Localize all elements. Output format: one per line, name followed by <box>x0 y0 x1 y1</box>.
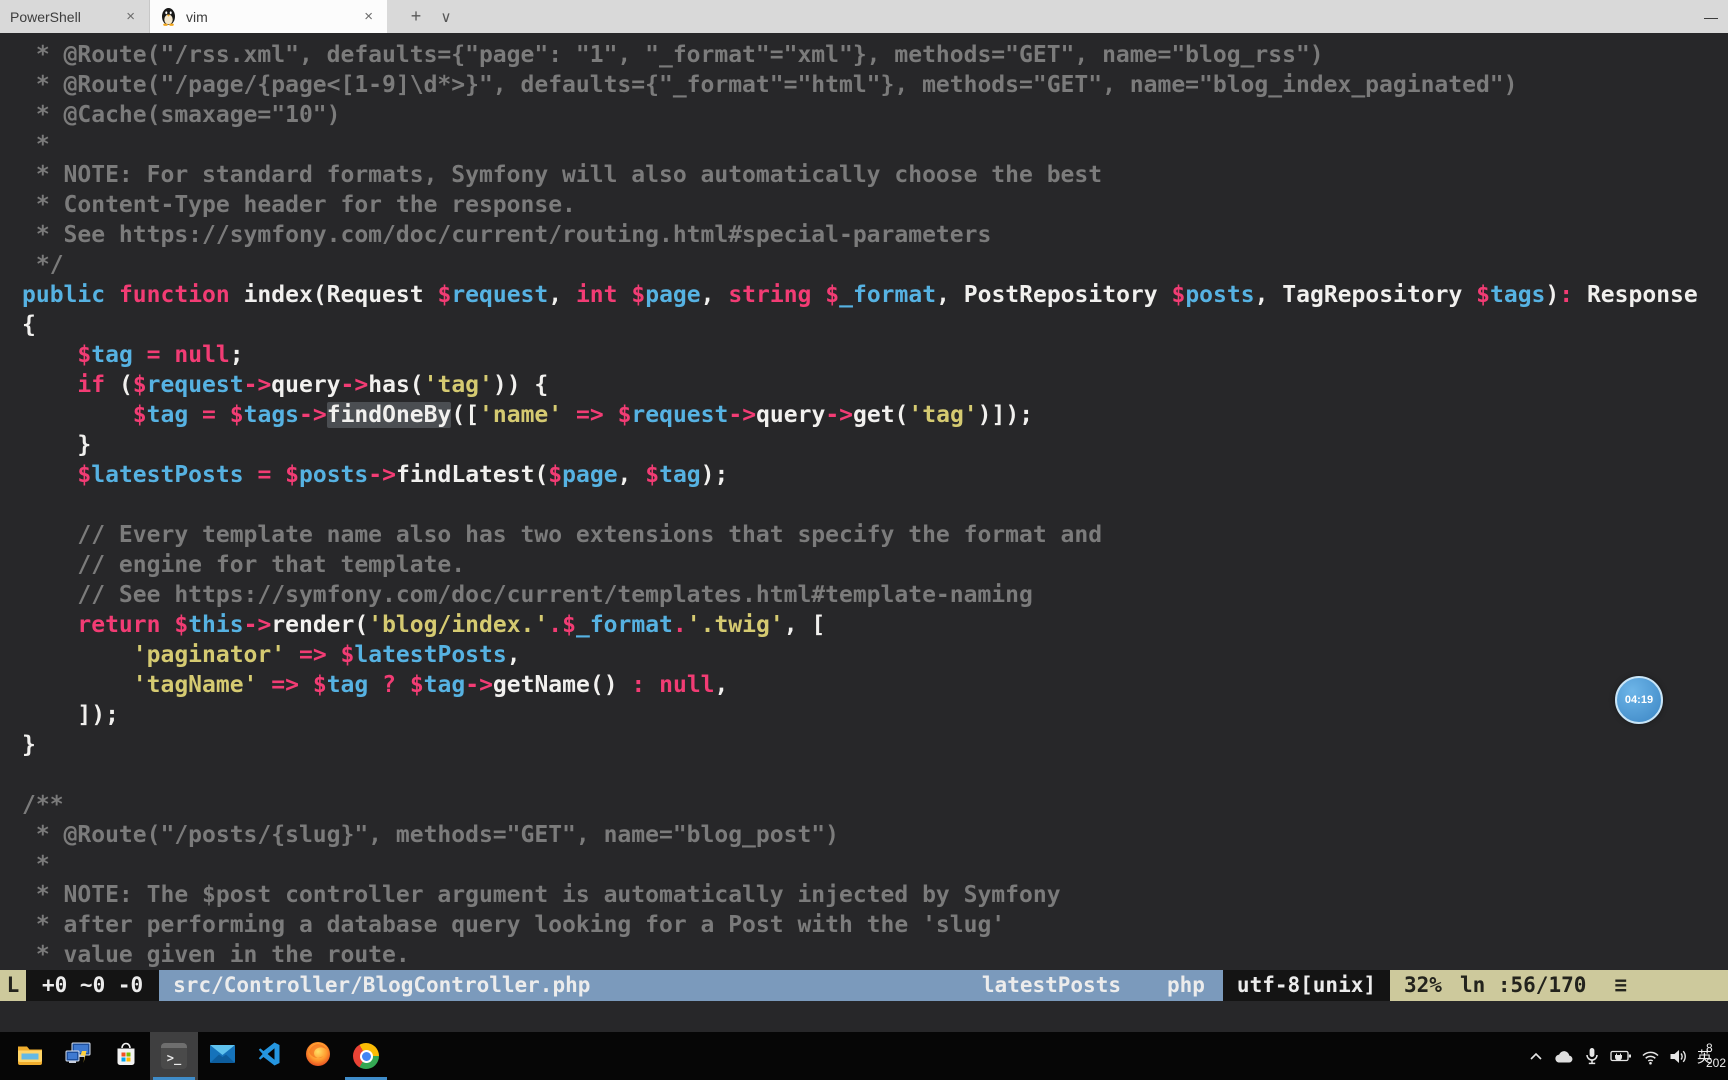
wifi-icon[interactable] <box>1641 1048 1660 1065</box>
terminal-screen: * @Route("/rss.xml", defaults={"page": "… <box>0 33 1728 1032</box>
current-word-indicator: latestPosts <box>981 973 1121 997</box>
file-explorer-icon <box>17 1043 43 1070</box>
hidden-icons-chevron-icon[interactable] <box>1528 1050 1544 1062</box>
tab-vim-close-icon[interactable]: × <box>360 9 377 24</box>
code-line: if ($request->query->has('tag')) { <box>77 372 549 398</box>
file-path: src/Controller/BlogController.php <box>173 973 591 997</box>
taskbar-file-explorer-button[interactable] <box>6 1032 54 1080</box>
code-line: * after performing a database query look… <box>22 912 1006 938</box>
remote-desktop-icon <box>65 1041 92 1071</box>
code-line: return $this->render('blog/index.'.$_for… <box>77 612 826 638</box>
windows-taskbar: >_ 英 8 202 <box>0 1032 1728 1080</box>
tray-clock[interactable]: 8 202 <box>1706 1032 1728 1080</box>
windows-terminal-icon: >_ <box>161 1043 187 1069</box>
code-line: 'paginator' => $latestPosts, <box>132 642 521 668</box>
new-tab-button[interactable]: + <box>401 0 431 33</box>
code-line: public function index(Request $request, … <box>22 282 1698 308</box>
system-tray: 英 <box>1528 1032 1712 1080</box>
code-line: $latestPosts = $posts->findLatest($page,… <box>77 462 729 488</box>
recording-timer-badge[interactable]: 04:19 <box>1615 676 1663 724</box>
code-line: * NOTE: For standard formats, Symfony wi… <box>22 162 1103 188</box>
tab-dropdown-button[interactable]: ∨ <box>431 0 461 33</box>
taskbar-firefox-button[interactable] <box>294 1032 342 1080</box>
microsoft-store-icon <box>114 1041 138 1072</box>
taskbar-microsoft-store-button[interactable] <box>102 1032 150 1080</box>
clock-time: 8 <box>1706 1041 1713 1055</box>
code-line: * @Cache(smaxage="10") <box>22 102 341 128</box>
code-line: } <box>22 732 36 758</box>
code-line: * @Route("/page/{page<[1-9]\d*>}", defau… <box>22 72 1518 98</box>
firefox-icon <box>305 1041 331 1072</box>
taskbar-chrome-button[interactable] <box>342 1032 390 1080</box>
recording-timer-value: 04:19 <box>1624 694 1654 706</box>
battery-icon[interactable] <box>1610 1047 1632 1065</box>
code-line: * NOTE: The $post controller argument is… <box>22 882 1061 908</box>
code-area: * @Route("/rss.xml", defaults={"page": "… <box>22 40 1698 970</box>
code-line: $tag = $tags->findOneBy(['name' => $requ… <box>132 402 1034 428</box>
code-line: { <box>22 312 36 338</box>
taskbar-windows-terminal-button[interactable]: >_ <box>150 1032 198 1080</box>
clock-date: 202 <box>1706 1056 1727 1070</box>
mail-icon <box>209 1044 236 1069</box>
tab-powershell-close-icon[interactable]: × <box>122 9 139 24</box>
minimize-button[interactable]: — <box>1694 0 1728 33</box>
volume-icon[interactable] <box>1669 1048 1688 1065</box>
vscode-icon <box>257 1041 283 1072</box>
scroll-percent: 32% <box>1404 973 1442 997</box>
vim-statusline: L +0 ~0 -0 src/Controller/BlogController… <box>0 970 1728 1001</box>
code-line: * See https://symfony.com/doc/current/ro… <box>22 222 992 248</box>
terminal-titlebar: PowerShell × vim × + ∨ — <box>0 0 1728 33</box>
tab-powershell[interactable]: PowerShell × <box>0 0 150 33</box>
taskbar-vscode-button[interactable] <box>246 1032 294 1080</box>
code-line: // Every template name also has two exte… <box>22 522 1103 548</box>
mode-indicator: L <box>0 970 26 1001</box>
filetype-indicator: php <box>1166 973 1205 997</box>
code-line: * @Route("/posts/{slug}", methods="GET",… <box>22 822 839 848</box>
code-line: * @Route("/rss.xml", defaults={"page": "… <box>22 42 1324 68</box>
git-hunks-indicator: +0 ~0 -0 <box>26 970 160 1001</box>
tab-vim-label: vim <box>186 8 208 25</box>
menu-icon: ≡ <box>1614 973 1628 997</box>
tab-vim[interactable]: vim × <box>150 0 387 33</box>
tux-linux-icon <box>160 7 177 26</box>
code-line: * Content-Type header for the response. <box>22 192 576 218</box>
code-line: ]); <box>22 702 119 728</box>
microphone-icon[interactable] <box>1583 1047 1601 1065</box>
taskbar-remote-desktop-button[interactable] <box>54 1032 102 1080</box>
code-line: // engine for that template. <box>22 552 466 578</box>
statusline-position-segment: 32% ln :56/170 ≡ <box>1390 970 1728 1001</box>
encoding-indicator: utf-8[unix] <box>1222 970 1390 1001</box>
code-line: 'tagName' => $tag ? $tag->getName() : nu… <box>132 672 729 698</box>
code-line: * <box>22 852 50 878</box>
taskbar-mail-button[interactable] <box>198 1032 246 1080</box>
code-line: */ <box>22 252 64 278</box>
line-position: ln :56/170 <box>1459 973 1587 997</box>
code-line: // See https://symfony.com/doc/current/t… <box>22 582 1033 608</box>
code-line: * <box>22 132 50 158</box>
tab-powershell-label: PowerShell <box>10 8 81 25</box>
chrome-icon <box>353 1043 379 1069</box>
code-line: $tag = null; <box>77 342 244 368</box>
onedrive-cloud-icon[interactable] <box>1553 1049 1574 1064</box>
code-line: } <box>22 432 92 458</box>
code-line: /** <box>22 792 64 818</box>
code-line: * value given in the route. <box>22 942 410 968</box>
statusline-file-segment: src/Controller/BlogController.php latest… <box>159 970 1223 1001</box>
